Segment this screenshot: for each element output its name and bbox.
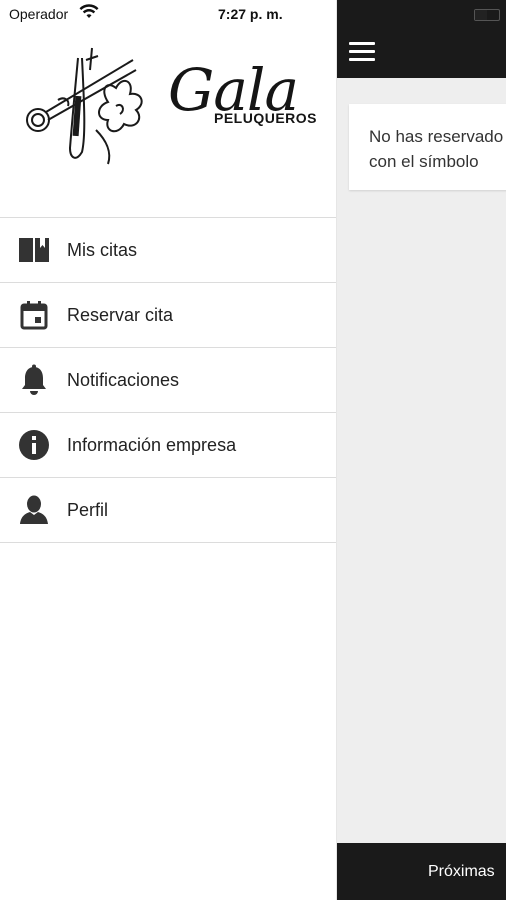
menu-item-mis-citas[interactable]: Mis citas bbox=[0, 218, 336, 283]
menu-label: Mis citas bbox=[67, 239, 138, 260]
menu-label: Reservar cita bbox=[67, 304, 174, 325]
scissors-flower-logo-icon bbox=[26, 47, 143, 165]
drawer-menu: Mis citas Reservar cita Notificaciones I… bbox=[0, 217, 336, 543]
menu-label: Notificaciones bbox=[67, 369, 180, 390]
hamburger-menu-icon[interactable] bbox=[349, 42, 375, 62]
menu-item-informacion-empresa[interactable]: Información empresa bbox=[0, 413, 336, 478]
clock: 7:27 p. m. bbox=[218, 6, 283, 22]
book-icon bbox=[18, 234, 50, 266]
navigation-drawer: Operador 7:27 p. m. Gala PELUQUEROS Mis … bbox=[0, 0, 337, 900]
menu-label: Información empresa bbox=[67, 434, 237, 455]
app-toolbar bbox=[337, 0, 506, 78]
menu-item-notificaciones[interactable]: Notificaciones bbox=[0, 348, 336, 413]
bell-icon bbox=[18, 364, 50, 396]
empty-message: No has reservado con el símbolo bbox=[369, 127, 504, 171]
carrier-label: Operador bbox=[9, 6, 69, 22]
status-bar: Operador 7:27 p. m. bbox=[0, 0, 336, 28]
menu-item-perfil[interactable]: Perfil bbox=[0, 478, 336, 543]
menu-item-reservar-cita[interactable]: Reservar cita bbox=[0, 283, 336, 348]
bottom-tab-bar: Próximas bbox=[337, 843, 506, 900]
menu-label: Perfil bbox=[67, 499, 109, 520]
info-icon bbox=[18, 429, 50, 461]
person-icon bbox=[18, 494, 50, 526]
calendar-icon bbox=[18, 299, 50, 331]
main-content: No has reservado con el símbolo Próximas bbox=[337, 0, 506, 900]
wifi-icon bbox=[79, 4, 99, 18]
tab-proximas[interactable]: Próximas bbox=[428, 863, 495, 881]
logo-subtitle: PELUQUEROS bbox=[214, 110, 318, 126]
brand-logo: Gala PELUQUEROS bbox=[0, 28, 336, 216]
battery-icon bbox=[474, 9, 500, 21]
empty-appointments-card: No has reservado con el símbolo bbox=[349, 104, 506, 190]
